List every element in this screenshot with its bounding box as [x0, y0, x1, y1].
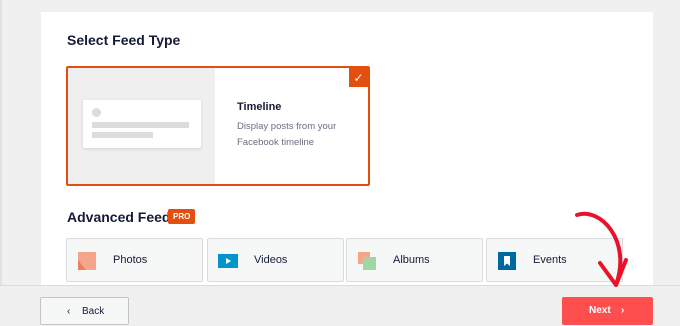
- feed-option-label: Albums: [393, 254, 430, 266]
- timeline-preview: [68, 68, 215, 184]
- videos-icon: [218, 254, 238, 268]
- feed-option-label: Photos: [113, 254, 148, 266]
- feed-option-albums[interactable]: Albums: [346, 238, 483, 282]
- timeline-preview-post: [83, 100, 201, 148]
- section-title: Select Feed Type: [67, 32, 181, 48]
- check-icon: ✓: [349, 68, 368, 87]
- feed-option-events[interactable]: Events: [486, 238, 623, 282]
- feed-option-label: Videos: [254, 254, 288, 266]
- events-icon: [498, 252, 516, 270]
- feed-option-photos[interactable]: Photos: [66, 238, 203, 282]
- preview-text-line: [92, 122, 189, 128]
- chevron-right-icon: ›: [621, 305, 625, 316]
- next-button[interactable]: Next ›: [562, 297, 653, 325]
- feed-option-videos[interactable]: Videos: [207, 238, 344, 282]
- back-button[interactable]: ‹ Back: [40, 297, 129, 325]
- back-button-label: Back: [82, 306, 105, 317]
- albums-icon: [358, 252, 376, 270]
- advanced-feeds-title: Advanced Feeds: [67, 209, 179, 225]
- timeline-title: Timeline: [237, 101, 282, 113]
- photos-icon: [78, 252, 96, 270]
- left-edge-strip: [0, 0, 2, 326]
- feed-type-card: Select Feed Type ✓ Timeline Display post…: [41, 12, 653, 302]
- chevron-left-icon: ‹: [67, 306, 71, 317]
- timeline-description: Display posts from your Facebook timelin…: [237, 121, 337, 148]
- timeline-feed-option[interactable]: ✓ Timeline Display posts from your Faceb…: [66, 66, 370, 186]
- preview-text-line: [92, 132, 153, 138]
- feed-option-label: Events: [533, 254, 567, 266]
- pro-badge: PRO: [168, 209, 196, 224]
- next-button-label: Next: [589, 305, 611, 316]
- preview-avatar-placeholder: [92, 108, 101, 117]
